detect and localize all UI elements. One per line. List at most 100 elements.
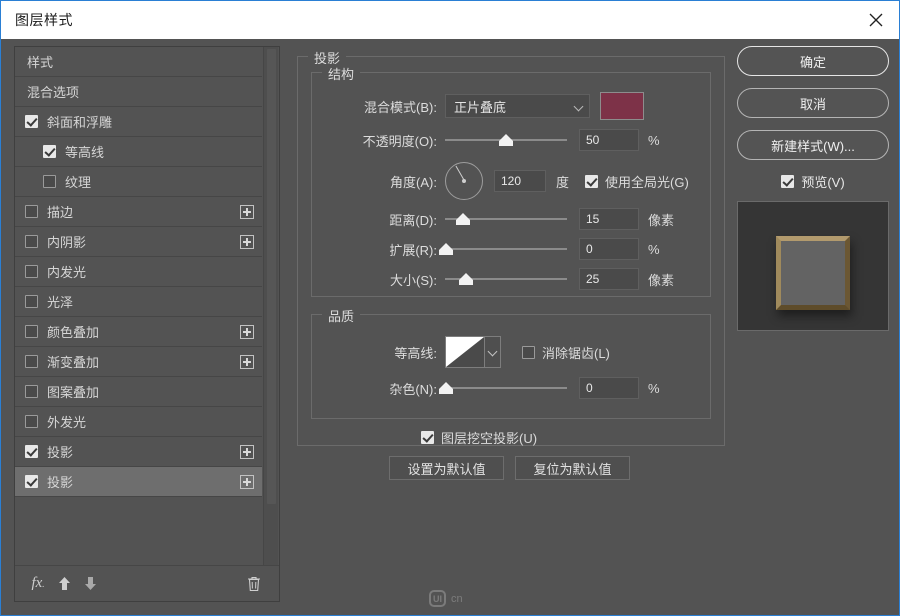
set-default-button[interactable]: 设置为默认值: [389, 456, 504, 480]
add-effect-plus-icon[interactable]: [240, 235, 254, 249]
global-light-checkbox[interactable]: 使用全局光(G): [585, 172, 689, 191]
sidebar-item-9[interactable]: 颜色叠加: [15, 317, 262, 347]
contour-label: 等高线:: [312, 343, 437, 362]
sidebar-item-label: 投影: [47, 442, 73, 461]
ok-button[interactable]: 确定: [737, 46, 889, 76]
sidebar-item-checkbox[interactable]: [25, 355, 38, 368]
sidebar-item-1[interactable]: 混合选项: [15, 77, 262, 107]
sidebar-item-0[interactable]: 样式: [15, 47, 262, 77]
distance-slider[interactable]: [445, 210, 567, 228]
reset-default-button[interactable]: 复位为默认值: [515, 456, 630, 480]
sidebar-item-label: 内发光: [47, 262, 86, 281]
cancel-button[interactable]: 取消: [737, 88, 889, 118]
structure-group: 结构 混合模式(B): 正片叠底 不透明度(O):: [311, 72, 711, 297]
sidebar-item-checkbox[interactable]: [25, 115, 38, 128]
add-effect-plus-icon[interactable]: [240, 445, 254, 459]
distance-row: 距离(D): 15 像素: [312, 208, 697, 230]
spread-input[interactable]: 0: [579, 238, 639, 260]
sidebar-item-label: 斜面和浮雕: [47, 112, 112, 131]
sidebar-item-checkbox[interactable]: [43, 145, 56, 158]
size-label: 大小(S):: [312, 270, 437, 289]
preview-checkbox[interactable]: 预览(V): [737, 172, 889, 191]
angle-row: 角度(A): 120 度 使用全局光(G): [312, 161, 697, 201]
sidebar-scroll-thumb[interactable]: [267, 49, 276, 504]
sidebar-item-label: 样式: [25, 52, 53, 71]
opacity-slider[interactable]: [445, 131, 567, 149]
fx-icon[interactable]: fx.: [25, 571, 51, 597]
spread-slider[interactable]: [445, 240, 567, 258]
antialias-checkbox[interactable]: 消除锯齿(L): [522, 343, 610, 362]
distance-label: 距离(D):: [312, 210, 437, 229]
contour-thumbnail: [446, 337, 484, 367]
shadow-color-swatch[interactable]: [600, 92, 644, 120]
add-effect-plus-icon[interactable]: [240, 475, 254, 489]
blend-mode-label: 混合模式(B):: [312, 97, 437, 116]
distance-unit: 像素: [648, 210, 674, 229]
sidebar-scrollbar[interactable]: [263, 47, 278, 565]
noise-row: 杂色(N): 0 %: [312, 377, 697, 399]
spread-label: 扩展(R):: [312, 240, 437, 259]
sidebar-item-3[interactable]: 等高线: [15, 137, 262, 167]
contour-picker[interactable]: [445, 336, 501, 368]
sidebar-item-checkbox[interactable]: [25, 415, 38, 428]
sidebar-item-checkbox[interactable]: [25, 205, 38, 218]
angle-dial[interactable]: [445, 162, 483, 200]
new-style-button[interactable]: 新建样式(W)...: [737, 130, 889, 160]
trash-icon[interactable]: [241, 571, 267, 597]
close-icon[interactable]: [853, 1, 899, 38]
sidebar-item-checkbox[interactable]: [25, 265, 38, 278]
size-row: 大小(S): 25 像素: [312, 268, 697, 290]
sidebar-item-12[interactable]: 外发光: [15, 407, 262, 437]
sidebar-item-2[interactable]: 斜面和浮雕: [15, 107, 262, 137]
sidebar-item-label: 内阴影: [47, 232, 86, 251]
sidebar-item-13[interactable]: 投影: [15, 437, 262, 467]
sidebar-item-label: 等高线: [65, 142, 104, 161]
add-effect-plus-icon[interactable]: [240, 355, 254, 369]
sidebar-item-checkbox[interactable]: [25, 325, 38, 338]
angle-label: 角度(A):: [312, 172, 437, 191]
sidebar-item-10[interactable]: 渐变叠加: [15, 347, 262, 377]
sidebar-item-label: 外发光: [47, 412, 86, 431]
noise-slider[interactable]: [445, 379, 567, 397]
sidebar-item-5[interactable]: 描边: [15, 197, 262, 227]
add-effect-plus-icon[interactable]: [240, 325, 254, 339]
blend-mode-select[interactable]: 正片叠底: [445, 94, 590, 118]
quality-group-title: 品质: [322, 306, 360, 325]
noise-label: 杂色(N):: [312, 379, 437, 398]
size-input[interactable]: 25: [579, 268, 639, 290]
preview-label: 预览(V): [801, 172, 844, 191]
knockout-checkbox[interactable]: 图层挖空投影(U): [421, 428, 537, 447]
dialog-body: 样式混合选项斜面和浮雕等高线纹理描边内阴影内发光光泽颜色叠加渐变叠加图案叠加外发…: [1, 39, 899, 615]
sidebar-item-label: 纹理: [65, 172, 91, 191]
preview-thumbnail: [737, 201, 889, 331]
knockout-label: 图层挖空投影(U): [441, 428, 537, 447]
sidebar-item-checkbox[interactable]: [25, 235, 38, 248]
sidebar-item-11[interactable]: 图案叠加: [15, 377, 262, 407]
sidebar-item-checkbox[interactable]: [25, 445, 38, 458]
arrow-down-icon[interactable]: [77, 571, 103, 597]
arrow-up-icon[interactable]: [51, 571, 77, 597]
opacity-unit: %: [648, 133, 660, 148]
noise-input[interactable]: 0: [579, 377, 639, 399]
sidebar-item-8[interactable]: 光泽: [15, 287, 262, 317]
sidebar-item-14[interactable]: 投影: [15, 467, 262, 497]
sidebar-item-checkbox[interactable]: [25, 295, 38, 308]
sidebar-item-checkbox[interactable]: [25, 475, 38, 488]
sidebar-item-label: 混合选项: [25, 82, 79, 101]
sidebar-item-6[interactable]: 内阴影: [15, 227, 262, 257]
contour-dropdown-chevron-icon[interactable]: [484, 337, 500, 367]
sidebar-item-4[interactable]: 纹理: [15, 167, 262, 197]
sidebar-item-checkbox[interactable]: [25, 385, 38, 398]
add-effect-plus-icon[interactable]: [240, 205, 254, 219]
titlebar: 图层样式: [1, 1, 899, 39]
distance-input[interactable]: 15: [579, 208, 639, 230]
opacity-input[interactable]: 50: [579, 129, 639, 151]
sidebar-item-7[interactable]: 内发光: [15, 257, 262, 287]
knockout-check-icon: [421, 431, 434, 444]
sidebar-item-label: 图案叠加: [47, 382, 99, 401]
size-slider[interactable]: [445, 270, 567, 288]
angle-input[interactable]: 120: [494, 170, 546, 192]
sidebar-item-checkbox[interactable]: [43, 175, 56, 188]
watermark-text: cn: [451, 593, 463, 605]
sidebar-item-label: 渐变叠加: [47, 352, 99, 371]
